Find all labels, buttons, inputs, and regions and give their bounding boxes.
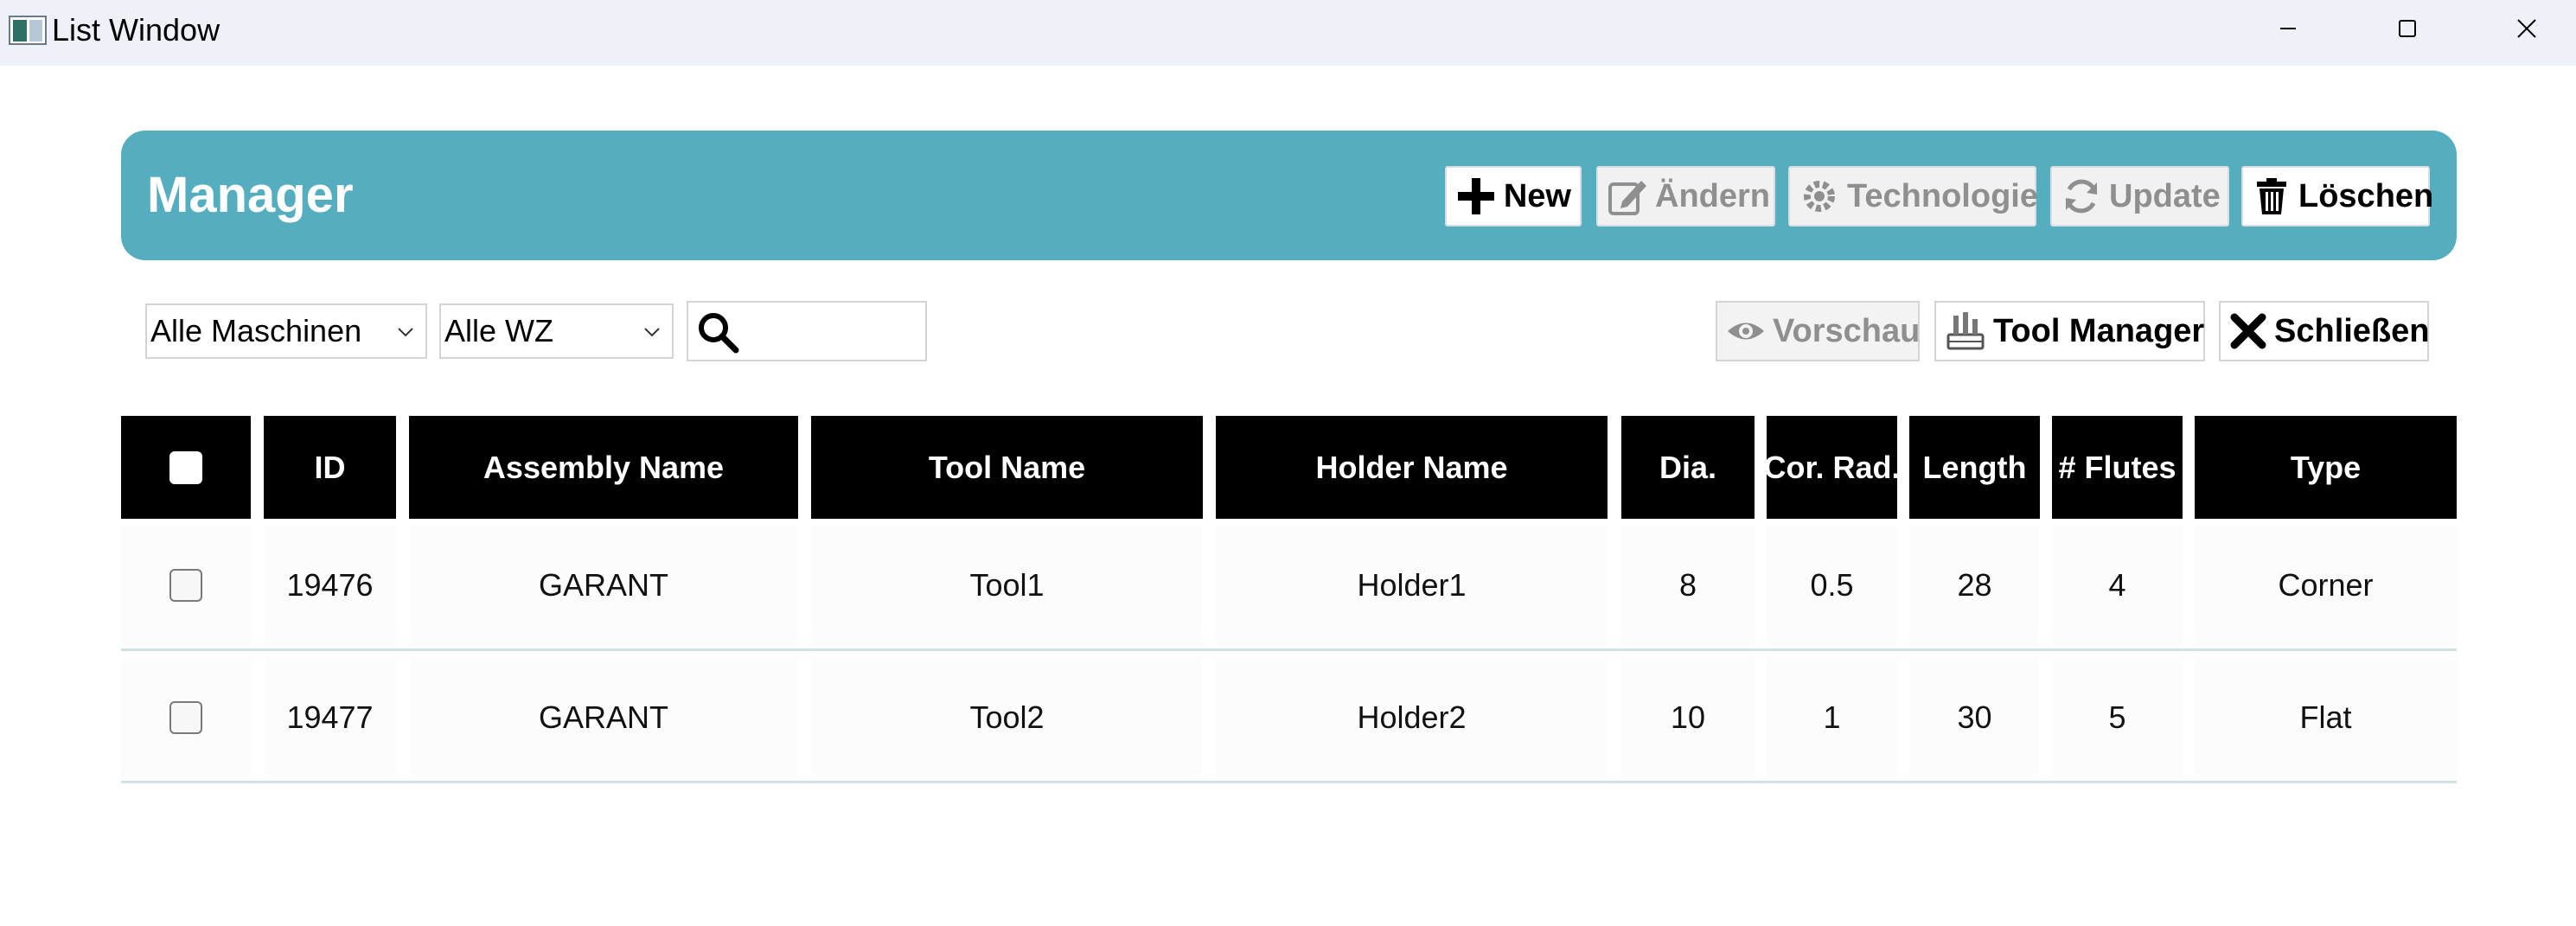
table-header-row: ID Assembly Name Tool Name Holder Name D… — [121, 416, 2457, 519]
close-icon — [2517, 19, 2536, 38]
search-input[interactable] — [749, 308, 922, 356]
header-cor-rad[interactable]: Cor. Rad. — [1763, 416, 1901, 519]
header-tool-name[interactable]: Tool Name — [811, 416, 1203, 519]
close-button-label: Schließen — [2274, 312, 2430, 349]
tools-icon — [1945, 310, 1986, 353]
header-dia[interactable]: Dia. — [1621, 416, 1755, 519]
tool-manager-button[interactable]: Tool Manager — [1934, 301, 2205, 361]
cell-tool-name: Tool1 — [811, 526, 1203, 645]
cell-cor-rad: 1 — [1767, 658, 1897, 777]
new-button[interactable]: New — [1445, 166, 1582, 227]
cell-length: 30 — [1909, 658, 2040, 777]
header-holder-name[interactable]: Holder Name — [1216, 416, 1608, 519]
row-select-cell — [121, 526, 251, 645]
cell-assembly-name: GARANT — [409, 526, 798, 645]
maximize-button[interactable] — [2347, 0, 2468, 57]
select-all-checkbox[interactable] — [169, 450, 202, 484]
machine-filter-value: Alle Maschinen — [150, 313, 362, 348]
edit-button[interactable]: Ändern — [1596, 166, 1775, 227]
tool-manager-button-label: Tool Manager — [1993, 312, 2205, 349]
cell-flutes: 5 — [2052, 658, 2183, 777]
header-flutes[interactable]: # Flutes — [2052, 416, 2183, 519]
window-close-button[interactable] — [2466, 0, 2576, 57]
header-type[interactable]: Type — [2195, 416, 2457, 519]
table-row[interactable]: 19476 GARANT Tool1 Holder1 8 0.5 28 4 Co… — [121, 519, 2457, 651]
edit-icon — [1607, 175, 1648, 218]
cell-holder-name: Holder2 — [1216, 658, 1608, 777]
cell-length: 28 — [1909, 526, 2040, 645]
chevron-down-icon — [398, 328, 413, 337]
header-assembly-name[interactable]: Assembly Name — [409, 416, 798, 519]
delete-button-label: Löschen — [2298, 177, 2434, 214]
refresh-icon — [2061, 175, 2102, 218]
cell-holder-name: Holder1 — [1216, 526, 1608, 645]
trash-icon — [2252, 175, 2292, 218]
update-button-label: Update — [2109, 177, 2221, 214]
row-checkbox[interactable] — [169, 701, 202, 734]
cell-id: 19476 — [264, 526, 396, 645]
minimize-icon — [2280, 28, 2296, 29]
minimize-button[interactable] — [2228, 0, 2349, 57]
header-id[interactable]: ID — [264, 416, 396, 519]
tool-filter-value: Alle WZ — [444, 313, 553, 348]
cell-dia: 8 — [1621, 526, 1755, 645]
eye-icon — [1726, 310, 1766, 353]
plus-icon — [1455, 175, 1497, 218]
update-button[interactable]: Update — [2050, 166, 2229, 227]
chevron-down-icon — [644, 328, 660, 337]
maximize-icon — [2399, 20, 2416, 37]
close-x-icon — [2229, 310, 2267, 353]
cell-type: Flat — [2195, 658, 2457, 777]
technology-button[interactable]: Technologie — [1788, 166, 2038, 227]
search-field[interactable] — [687, 301, 927, 361]
page-title: Manager — [147, 167, 354, 223]
close-button[interactable]: Schließen — [2219, 301, 2430, 361]
table-row[interactable]: 19477 GARANT Tool2 Holder2 10 1 30 5 Fla… — [121, 651, 2457, 783]
window-title: List Window — [52, 12, 221, 48]
manager-header: Manager New Ändern Technologie Update Lö… — [121, 131, 2457, 260]
machine-filter-select[interactable]: Alle Maschinen — [145, 303, 427, 359]
cell-tool-name: Tool2 — [811, 658, 1203, 777]
header-length[interactable]: Length — [1909, 416, 2040, 519]
row-select-cell — [121, 658, 251, 777]
tools-table: ID Assembly Name Tool Name Holder Name D… — [121, 416, 2457, 783]
preview-button[interactable]: Vorschau — [1716, 301, 1920, 361]
technology-button-label: Technologie — [1847, 177, 2038, 214]
title-bar: List Window — [0, 0, 2576, 66]
gear-icon — [1799, 175, 1840, 218]
cell-assembly-name: GARANT — [409, 658, 798, 777]
search-icon — [699, 313, 739, 354]
tool-filter-select[interactable]: Alle WZ — [439, 303, 674, 359]
cell-type: Corner — [2195, 526, 2457, 645]
preview-button-label: Vorschau — [1773, 312, 1921, 349]
cell-id: 19477 — [264, 658, 396, 777]
row-checkbox[interactable] — [169, 569, 202, 602]
delete-button[interactable]: Löschen — [2241, 166, 2434, 227]
new-button-label: New — [1503, 177, 1571, 214]
cell-flutes: 4 — [2052, 526, 2183, 645]
app-icon — [9, 16, 47, 45]
cell-dia: 10 — [1621, 658, 1755, 777]
edit-button-label: Ändern — [1655, 177, 1770, 214]
header-select-all-cell — [121, 416, 251, 519]
cell-cor-rad: 0.5 — [1767, 526, 1897, 645]
